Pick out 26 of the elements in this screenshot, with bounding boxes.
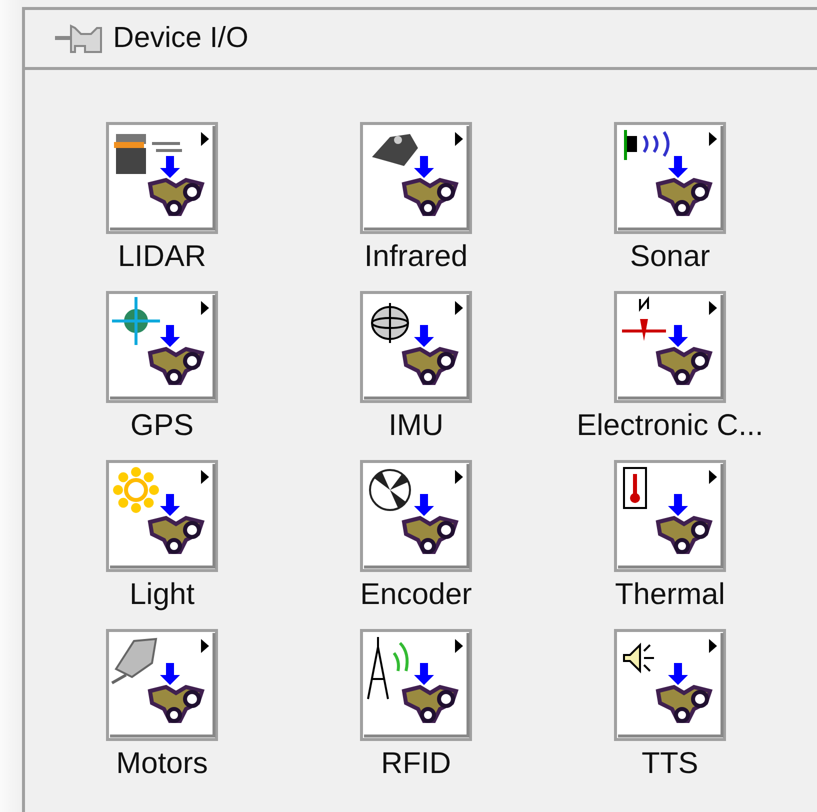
palette-item[interactable]: Light [35, 460, 289, 627]
palette-item[interactable]: Infrared [289, 122, 543, 289]
thermometer-robot-icon [614, 460, 726, 572]
goggles-robot-icon [360, 122, 472, 234]
fan-robot-icon [360, 460, 472, 572]
palette-item[interactable]: Electronic C... [543, 291, 797, 458]
palette-item[interactable]: GPS [35, 291, 289, 458]
camera-robot-icon [106, 122, 218, 234]
palette-item[interactable]: RFID [289, 629, 543, 796]
palette-item[interactable]: IMU [289, 291, 543, 458]
palette-item[interactable]: Motors [35, 629, 289, 796]
globe-robot-icon [106, 291, 218, 403]
waves-robot-icon [614, 122, 726, 234]
speaker-robot-icon [614, 629, 726, 741]
sun-robot-icon [106, 460, 218, 572]
motor-robot-icon [106, 629, 218, 741]
palette-title: Device I/O [113, 22, 248, 55]
palette-item[interactable]: Thermal [543, 460, 797, 627]
compass-robot-icon [614, 291, 726, 403]
pin-icon[interactable] [55, 24, 103, 54]
palette-item[interactable]: LIDAR [35, 122, 289, 289]
palette-item[interactable]: Sonar [543, 122, 797, 289]
palette-item[interactable]: TTS [543, 629, 797, 796]
antenna-robot-icon [360, 629, 472, 741]
palette-item[interactable]: Encoder [289, 460, 543, 627]
gyroscope-robot-icon [360, 291, 472, 403]
